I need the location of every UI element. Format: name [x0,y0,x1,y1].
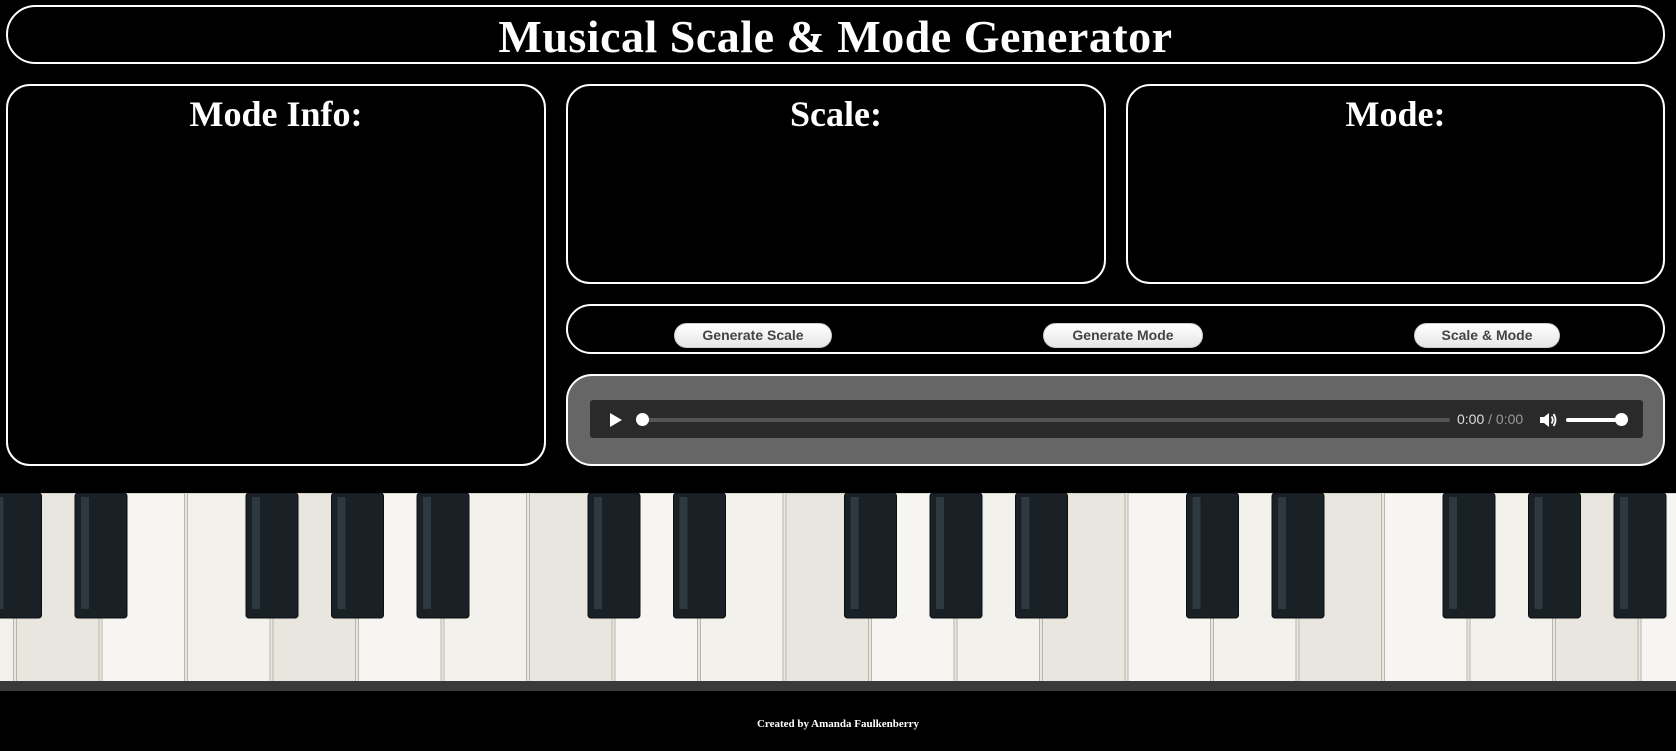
black-key-highlight [423,497,431,609]
black-key-highlight [1449,497,1457,609]
black-key-highlight [1278,497,1286,609]
black-key-highlight [594,497,602,609]
button-bar: Generate Scale Generate Mode Scale & Mod… [566,304,1665,354]
black-key-highlight [1021,497,1030,609]
volume-slider[interactable] [1566,413,1628,426]
mode-heading: Mode: [1345,94,1446,134]
volume-handle[interactable] [1615,413,1628,426]
black-key-highlight [679,497,688,609]
black-key-highlight [0,497,4,609]
black-key-highlight [252,497,260,609]
time-display: 0:00 / 0:00 [1457,411,1523,427]
mode-panel: Mode: [1126,84,1665,284]
black-key-highlight [936,497,944,609]
duration: 0:00 [1495,411,1524,427]
audio-player: 0:00 / 0:00 [590,400,1643,438]
title-bar: Musical Scale & Mode Generator [6,5,1665,64]
mode-info-heading: Mode Info: [189,94,363,134]
page-title: Musical Scale & Mode Generator [498,11,1173,62]
scale-panel: Scale: [566,84,1106,284]
generate-mode-button[interactable]: Generate Mode [1043,323,1203,348]
seek-handle[interactable] [636,413,649,426]
time-separator: / [1484,411,1496,427]
black-key [0,493,42,619]
mode-info-panel: Mode Info: [6,84,546,466]
scale-heading: Scale: [790,94,882,134]
current-time: 0:00 [1457,411,1485,427]
generate-scale-button[interactable]: Generate Scale [674,323,832,348]
volume-icon[interactable] [1538,410,1558,430]
black-key-highlight [1620,497,1628,609]
piano-keys-image [0,493,1676,691]
black-key-highlight [1534,497,1543,609]
black-key-highlight [1192,497,1201,609]
black-key-highlight [850,497,859,609]
piano-keys-graphic [0,493,1676,691]
seek-bar[interactable] [636,413,1450,426]
play-icon[interactable] [606,411,624,429]
scale-and-mode-button[interactable]: Scale & Mode [1414,323,1560,348]
black-key-highlight [337,497,346,609]
footer-credit: Created by Amanda Faulkenberry [756,718,920,730]
black-key-highlight [81,497,89,609]
audio-player-container: 0:00 / 0:00 [566,374,1665,466]
